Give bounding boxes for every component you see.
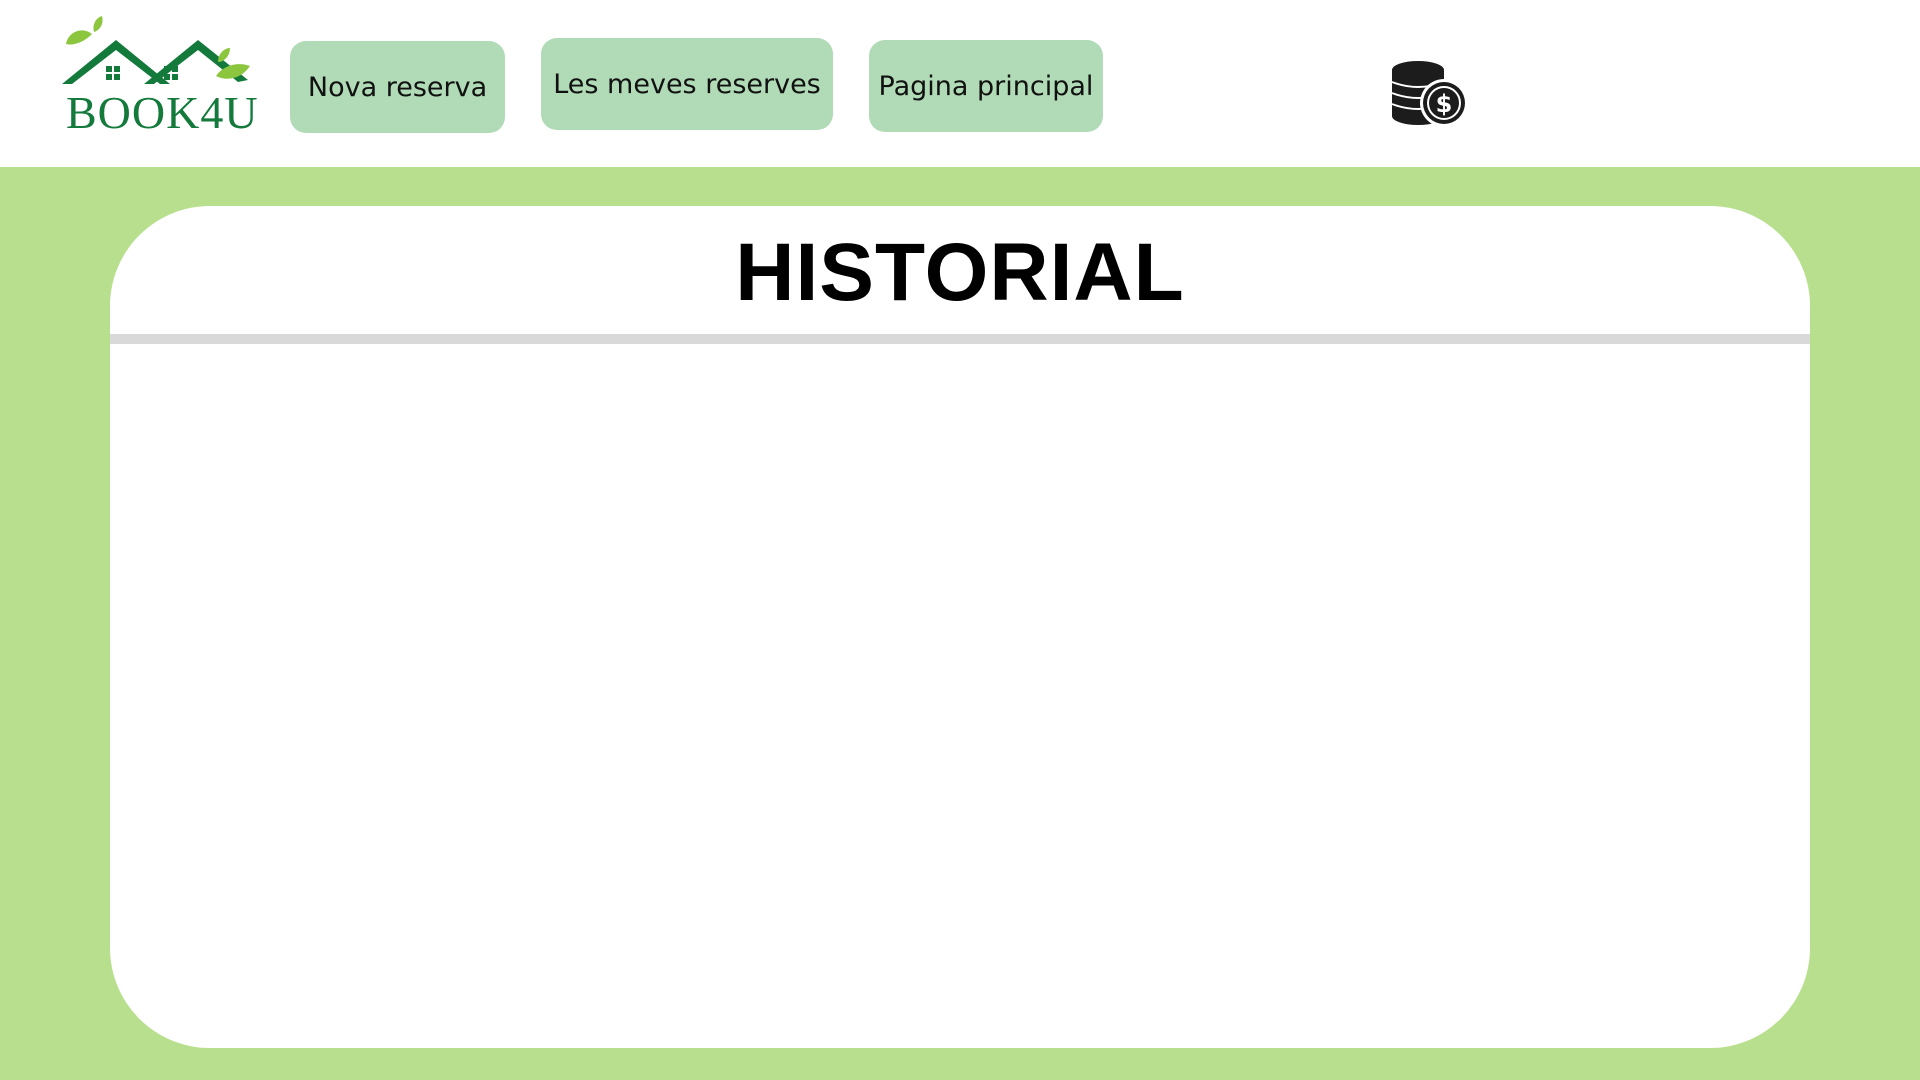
top-header: BOOK4U Nova reserva Les meves reserves P…	[0, 0, 1920, 167]
historial-card: HISTORIAL	[110, 206, 1810, 1048]
title-divider	[110, 334, 1810, 344]
book4u-logo[interactable]: BOOK4U	[58, 14, 258, 144]
houses-logo-icon	[62, 16, 250, 84]
coins-dollar-icon[interactable]: $	[1390, 60, 1470, 130]
svg-text:$: $	[1436, 90, 1453, 118]
page-title: HISTORIAL	[735, 227, 1185, 318]
logo-text: BOOK4U	[66, 87, 259, 138]
les-meves-reserves-button[interactable]: Les meves reserves	[541, 38, 833, 130]
pagina-principal-button[interactable]: Pagina principal	[869, 40, 1103, 132]
history-list	[110, 344, 1810, 1048]
nova-reserva-button[interactable]: Nova reserva	[290, 41, 505, 133]
